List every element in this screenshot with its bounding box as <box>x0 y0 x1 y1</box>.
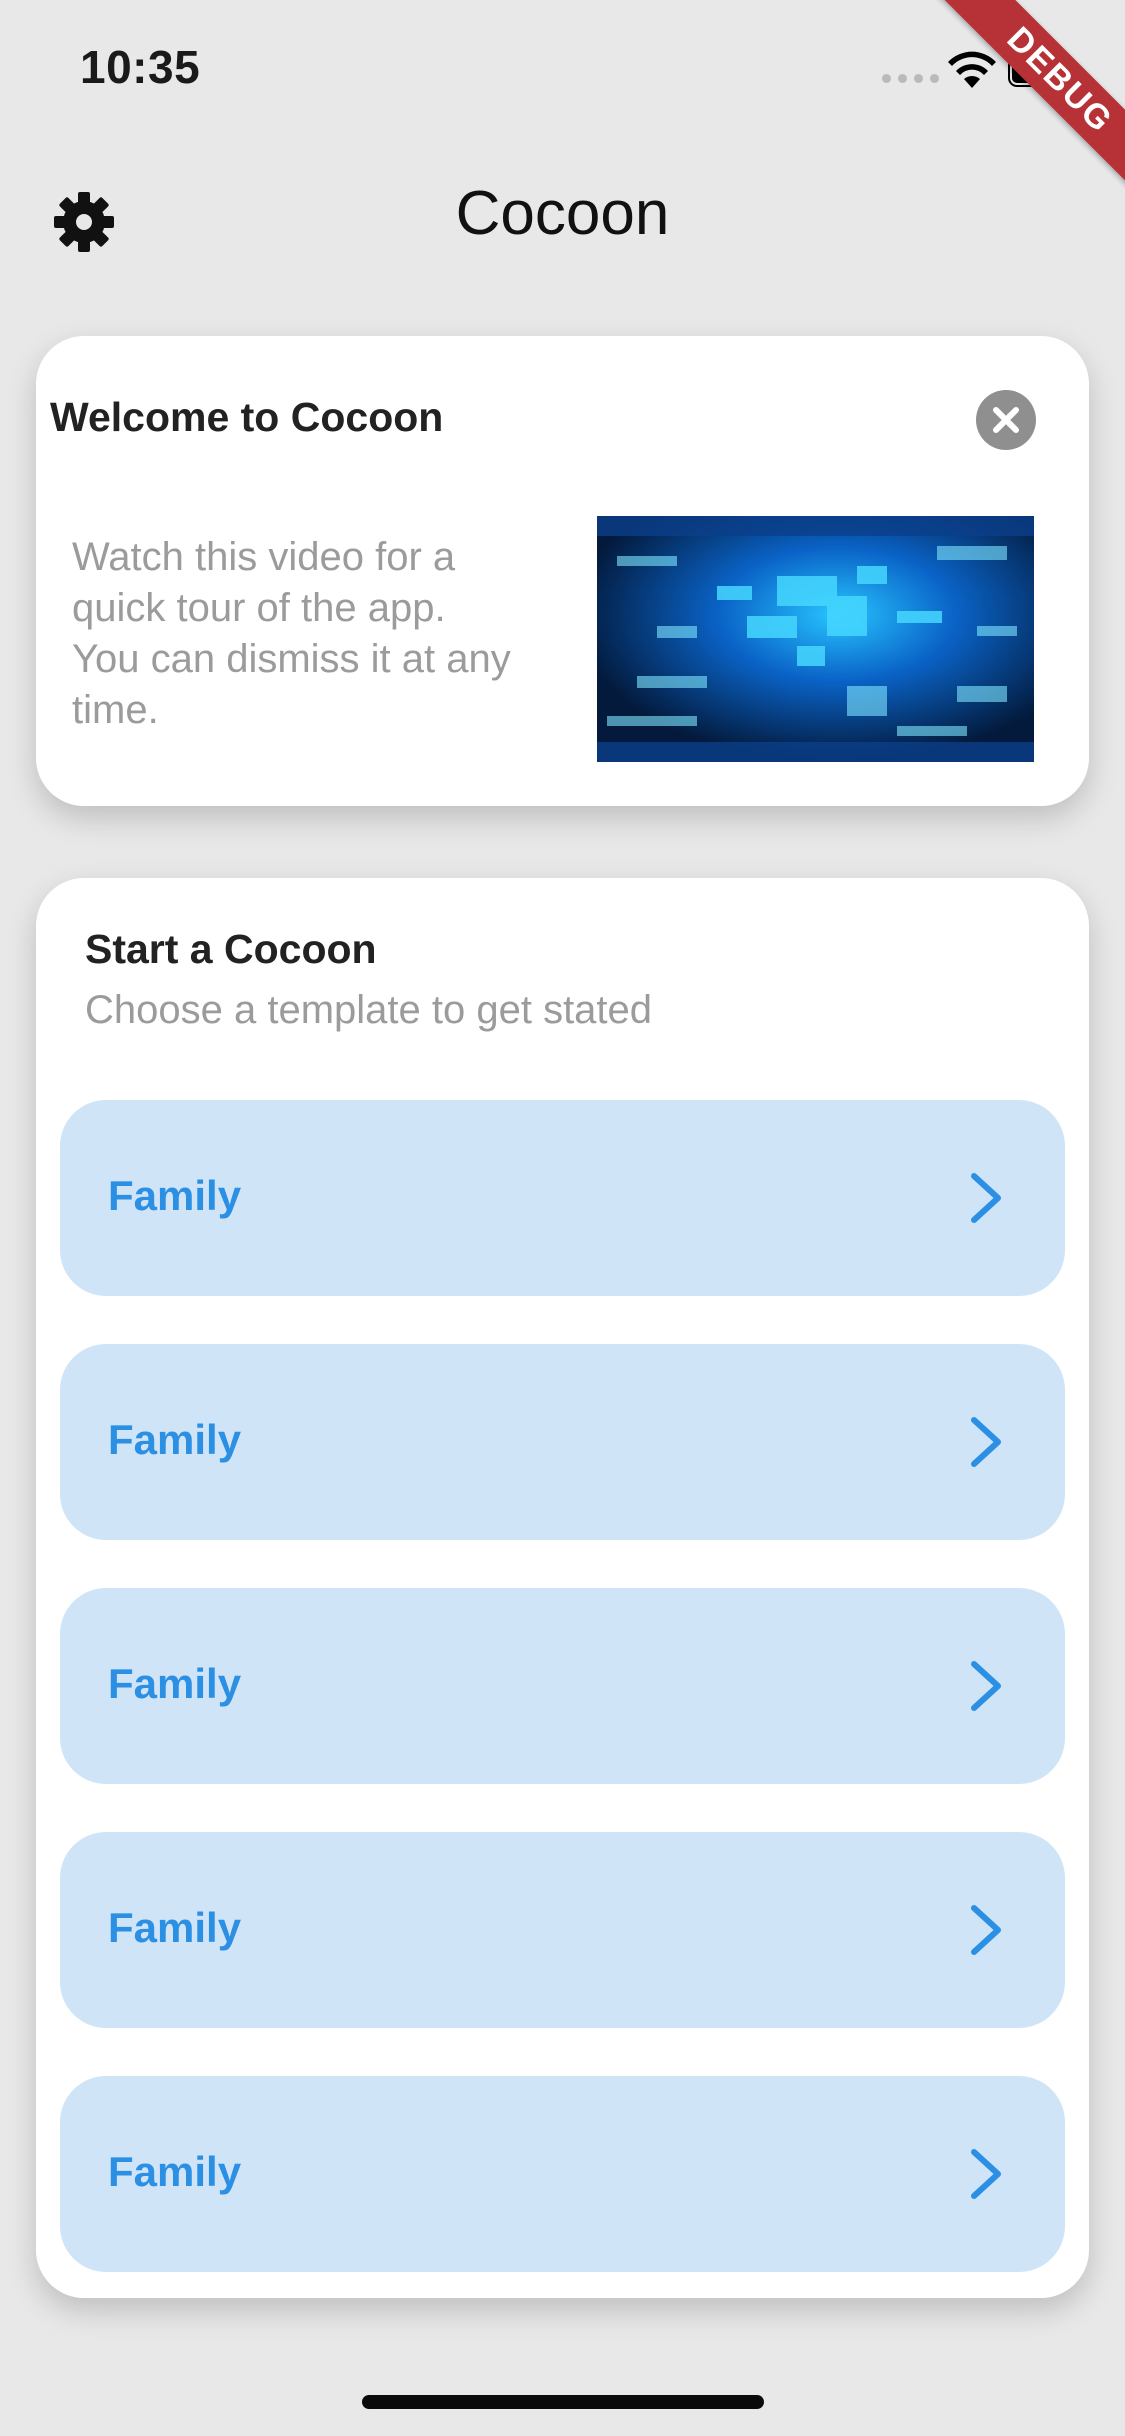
template-label: Family <box>108 1172 242 1219</box>
page-title: Cocoon <box>455 179 670 248</box>
template-item[interactable]: Family <box>60 1588 1065 1784</box>
template-label: Family <box>108 1660 242 1707</box>
template-item[interactable]: Family <box>60 1100 1065 1296</box>
video-preview-image <box>597 516 1034 762</box>
template-item[interactable]: Family <box>60 2076 1065 2272</box>
close-button[interactable] <box>976 390 1036 450</box>
start-cocoon-card: Start a Cocoon Choose a template to get … <box>36 878 1089 2298</box>
video-thumbnail[interactable] <box>597 516 1034 762</box>
template-item[interactable]: Family <box>60 1344 1065 1540</box>
template-label: Family <box>108 1904 242 1951</box>
template-list: Family Family Family Family Family <box>60 1100 1065 2320</box>
chevron-right-icon <box>971 1417 1001 1467</box>
template-item[interactable]: Family <box>60 1832 1065 2028</box>
debug-banner: DEBUG <box>925 0 1125 200</box>
chevron-right-icon <box>971 1661 1001 1711</box>
template-label: Family <box>108 1416 242 1463</box>
chevron-right-icon <box>971 1173 1001 1223</box>
template-label: Family <box>108 2148 242 2195</box>
chevron-right-icon <box>971 1905 1001 1955</box>
close-icon <box>993 407 1019 433</box>
start-title: Start a Cocoon <box>85 926 377 972</box>
chevron-right-icon <box>971 2149 1001 2199</box>
status-time: 10:35 <box>80 41 201 93</box>
home-indicator[interactable] <box>362 2395 764 2409</box>
welcome-card: Welcome to Cocoon Watch this video for a… <box>36 336 1089 806</box>
welcome-description: Watch this video for a quick tour of the… <box>72 535 511 732</box>
welcome-title: Welcome to Cocoon <box>50 394 444 440</box>
start-subtitle: Choose a template to get stated <box>85 988 653 1032</box>
